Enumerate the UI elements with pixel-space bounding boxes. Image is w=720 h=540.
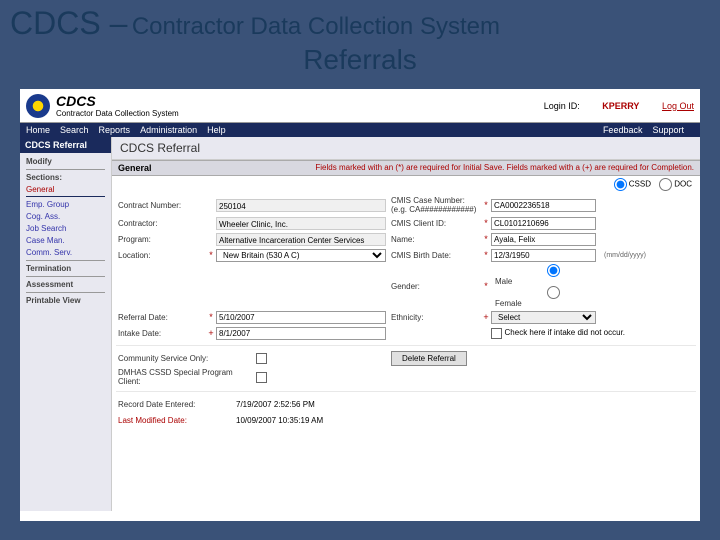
date-format-hint: (mm/dd/yyyy) xyxy=(604,252,646,259)
seal-icon xyxy=(26,94,50,118)
name-input[interactable] xyxy=(491,233,596,246)
intake-date-label: Intake Date: xyxy=(116,329,206,338)
cmis-birth-input[interactable] xyxy=(491,249,596,262)
sidebar-termination[interactable]: Termination xyxy=(26,264,105,273)
menu-search[interactable]: Search xyxy=(60,125,89,135)
gender-label: Gender: xyxy=(391,282,481,291)
doc-label: DOC xyxy=(674,180,692,189)
record-entered-value: 7/19/2007 2:52:56 PM xyxy=(236,400,315,409)
program-value: Alternative Incarceration Center Service… xyxy=(216,233,386,246)
menubar: Home Search Reports Administration Help … xyxy=(20,123,700,137)
cmis-case-label: CMIS Case Number: (e.g. CA############) xyxy=(391,196,481,214)
menu-support[interactable]: Support xyxy=(652,125,684,135)
ethnicity-select[interactable]: Select xyxy=(491,311,596,324)
referral-date-input[interactable] xyxy=(216,311,386,324)
contract-number-label: Contract Number: xyxy=(116,201,206,210)
location-select[interactable]: New Britain (530 A C) xyxy=(216,249,386,262)
main-panel: CDCS Referral General Fields marked with… xyxy=(112,137,700,511)
last-modified-label: Last Modified Date: xyxy=(116,416,236,425)
menu-reports[interactable]: Reports xyxy=(99,125,131,135)
logout-link[interactable]: Log Out xyxy=(662,101,694,111)
contractor-label: Contractor: xyxy=(116,219,206,228)
contractor-value: Wheeler Clinic, Inc. xyxy=(216,217,386,230)
record-entered-label: Record Date Entered: xyxy=(116,400,236,409)
menu-home[interactable]: Home xyxy=(26,125,50,135)
doc-radio[interactable] xyxy=(659,178,672,191)
required-hint: Fields marked with an (*) are required f… xyxy=(315,163,694,173)
panel-title: CDCS Referral xyxy=(112,137,700,160)
brand-subtitle: Contractor Data Collection System xyxy=(56,109,179,118)
login-label: Login ID: xyxy=(544,101,580,111)
sidebar-tab: CDCS Referral xyxy=(20,137,111,153)
cssd-label: CSSD xyxy=(629,180,651,189)
female-label: Female xyxy=(495,299,522,308)
brand-title: CDCS xyxy=(56,93,179,109)
sidebar-item-commserv[interactable]: Comm. Serv. xyxy=(26,248,105,257)
sidebar-assessment[interactable]: Assessment xyxy=(26,280,105,289)
delete-referral-button[interactable]: Delete Referral xyxy=(391,351,467,366)
sidebar: CDCS Referral Modify Sections: General E… xyxy=(20,137,112,511)
app-header: CDCS Contractor Data Collection System L… xyxy=(20,89,700,123)
sidebar-item-general[interactable]: General xyxy=(26,185,105,197)
sidebar-item-caseman[interactable]: Case Man. xyxy=(26,236,105,245)
slide-title-2: Contractor Data Collection System xyxy=(132,13,500,40)
last-modified-value: 10/09/2007 10:35:19 AM xyxy=(236,416,323,425)
name-label: Name: xyxy=(391,235,481,244)
community-service-label: Community Service Only: xyxy=(116,354,256,363)
dmhas-label: DMHAS CSSD Special Program Client: xyxy=(116,368,256,386)
menu-feedback[interactable]: Feedback xyxy=(603,125,643,135)
cmis-client-label: CMIS Client ID: xyxy=(391,219,481,228)
cmis-case-input[interactable] xyxy=(491,199,596,212)
menu-admin[interactable]: Administration xyxy=(140,125,197,135)
sidebar-modify[interactable]: Modify xyxy=(26,157,105,166)
contract-number-value: 250104 xyxy=(216,199,386,212)
intake-date-input[interactable] xyxy=(216,327,386,340)
section-general: General xyxy=(118,163,152,173)
cmis-birth-label: CMIS Birth Date: xyxy=(391,251,481,260)
referral-date-label: Referral Date: xyxy=(116,313,206,322)
sidebar-printable[interactable]: Printable View xyxy=(26,296,105,305)
app-window: CDCS Contractor Data Collection System L… xyxy=(20,89,700,521)
intake-checkbox-label: Check here if intake did not occur. xyxy=(505,328,626,337)
user-id: KPERRY xyxy=(602,101,639,111)
location-label: Location: xyxy=(116,251,206,260)
menu-help[interactable]: Help xyxy=(207,125,226,135)
cssd-radio[interactable] xyxy=(614,178,627,191)
sidebar-item-cogass[interactable]: Cog. Ass. xyxy=(26,212,105,221)
intake-checkbox[interactable] xyxy=(491,328,502,339)
gender-female-radio[interactable] xyxy=(501,286,606,299)
slide-title-1: CDCS – xyxy=(10,5,127,41)
gender-male-radio[interactable] xyxy=(501,264,606,277)
sidebar-item-empgroup[interactable]: Emp. Group xyxy=(26,200,105,209)
slide-subtitle: Referrals xyxy=(10,44,710,76)
program-label: Program: xyxy=(116,235,206,244)
sidebar-sections-label: Sections: xyxy=(26,173,105,182)
dmhas-checkbox[interactable] xyxy=(256,372,267,383)
male-label: Male xyxy=(495,277,512,286)
brand: CDCS Contractor Data Collection System xyxy=(56,93,179,118)
community-service-checkbox[interactable] xyxy=(256,353,267,364)
cmis-client-input[interactable] xyxy=(491,217,596,230)
ethnicity-label: Ethnicity: xyxy=(391,313,481,322)
sidebar-item-jobsearch[interactable]: Job Search xyxy=(26,224,105,233)
